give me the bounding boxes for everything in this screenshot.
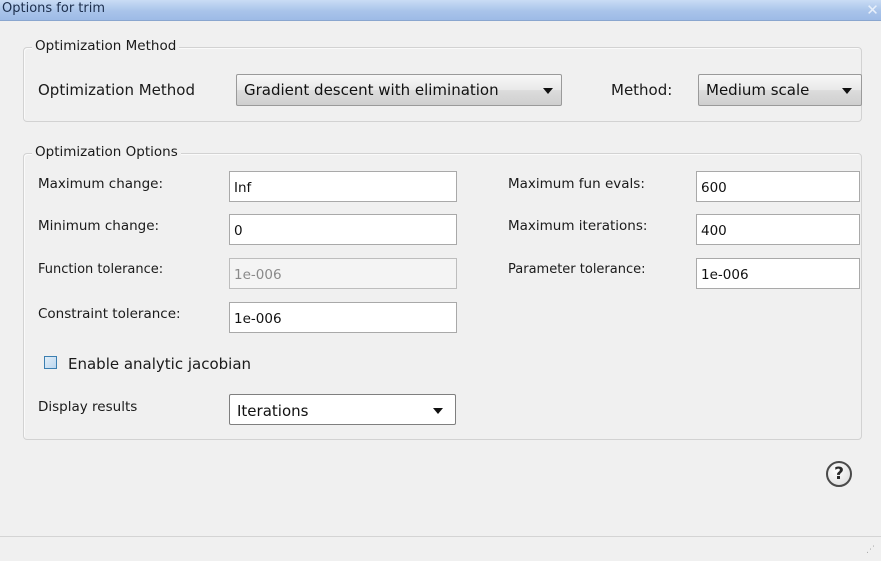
method-scale-select[interactable]: Medium scale <box>698 74 862 106</box>
method-scale-label: Method: <box>611 81 673 99</box>
max-fun-evals-field[interactable]: 600 <box>696 171 860 202</box>
min-change-field[interactable]: 0 <box>229 214 457 245</box>
parameter-tolerance-label: Parameter tolerance: <box>508 262 646 277</box>
enable-analytic-jacobian-label[interactable]: Enable analytic jacobian <box>68 355 251 373</box>
enable-analytic-jacobian-checkbox[interactable] <box>44 356 57 369</box>
parameter-tolerance-field[interactable]: 1e-006 <box>696 258 860 289</box>
max-iterations-label: Maximum iterations: <box>508 218 648 234</box>
display-results-select-value: Iterations <box>237 402 309 420</box>
optimization-method-select-value: Gradient descent with elimination <box>244 81 499 99</box>
optimization-method-select[interactable]: Gradient descent with elimination <box>236 74 562 106</box>
max-change-field[interactable]: Inf <box>229 171 457 202</box>
status-bar <box>0 536 881 561</box>
display-results-label: Display results <box>38 399 138 415</box>
window-title: Options for trim <box>2 1 106 16</box>
max-change-label: Maximum change: <box>38 176 164 192</box>
help-icon[interactable]: ? <box>826 461 852 487</box>
constraint-tolerance-label: Constraint tolerance: <box>38 306 181 322</box>
chevron-down-icon <box>543 88 553 94</box>
chevron-down-icon <box>842 88 852 94</box>
chevron-down-icon <box>433 408 443 414</box>
close-icon[interactable]: ✕ <box>864 0 881 20</box>
optimization-method-group-title: Optimization Method <box>32 38 180 54</box>
function-tolerance-label: Function tolerance: <box>38 262 164 277</box>
constraint-tolerance-field[interactable]: 1e-006 <box>229 302 457 333</box>
method-scale-select-value: Medium scale <box>706 81 810 99</box>
max-iterations-field[interactable]: 400 <box>696 214 860 245</box>
resize-grip-icon[interactable]: ⋰ <box>866 544 878 556</box>
function-tolerance-field: 1e-006 <box>229 258 457 289</box>
display-results-select[interactable]: Iterations <box>229 394 456 425</box>
optimization-options-group-title: Optimization Options <box>32 144 181 160</box>
title-bar: Options for trim ✕ <box>0 0 881 21</box>
optimization-method-label: Optimization Method <box>38 81 195 99</box>
max-fun-evals-label: Maximum fun evals: <box>508 176 645 192</box>
min-change-label: Minimum change: <box>38 218 160 234</box>
